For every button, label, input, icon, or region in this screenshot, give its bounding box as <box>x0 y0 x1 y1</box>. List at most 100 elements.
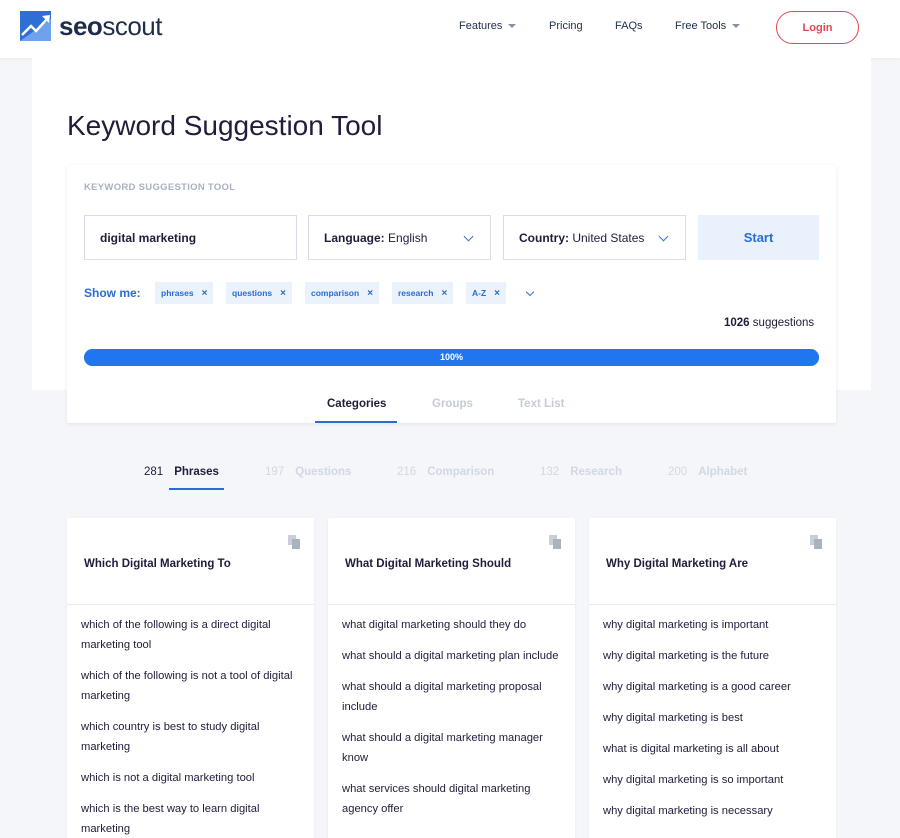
list-item[interactable]: which is the best way to learn digital m… <box>81 799 306 838</box>
category-count: 200 <box>668 466 688 478</box>
result-card: Why Digital Marketing Are why digital ma… <box>589 518 836 838</box>
nav-faqs[interactable]: FAQs <box>615 20 643 32</box>
category-name: Questions <box>295 466 352 478</box>
copy-icon[interactable] <box>288 535 300 549</box>
list-item[interactable]: which of the following is not a tool of … <box>81 666 306 706</box>
category-name: Comparison <box>427 466 495 478</box>
divider <box>589 604 836 605</box>
result-card-title: Which Digital Marketing To <box>84 558 231 570</box>
show-me-label: Show me: <box>84 286 141 300</box>
tab-text-list[interactable]: Text List <box>518 398 564 410</box>
start-button[interactable]: Start <box>698 215 819 260</box>
country-value: United States <box>572 230 645 245</box>
close-icon[interactable]: × <box>280 288 286 299</box>
divider <box>67 604 314 605</box>
list-item[interactable]: what should a digital marketing proposal… <box>342 677 567 717</box>
login-button[interactable]: Login <box>776 11 859 44</box>
list-item[interactable]: which country is best to study digital m… <box>81 717 306 757</box>
list-item[interactable]: why digital marketing is the future <box>603 646 828 666</box>
panel-label: KEYWORD SUGGESTION TOOL <box>84 182 236 193</box>
result-card: What Digital Marketing Should what digit… <box>328 518 575 838</box>
chevron-down-icon <box>463 231 474 242</box>
active-category-indicator <box>169 488 224 490</box>
keyword-input-value: digital marketing <box>100 230 197 245</box>
close-icon[interactable]: × <box>202 288 208 299</box>
chevron-down-icon <box>658 231 669 242</box>
country-label: Country: <box>519 230 569 245</box>
list-item[interactable]: why digital marketing is important <box>603 615 828 635</box>
chip-a-z[interactable]: A-Z × <box>466 282 507 304</box>
view-tabs: Categories Groups Text List <box>67 390 836 423</box>
category-name: Alphabet <box>698 466 748 478</box>
caret-down-icon <box>508 24 517 28</box>
language-value: English <box>388 230 428 245</box>
category-comparison[interactable]: 216 Comparison <box>397 466 494 478</box>
nav-features-label: Features <box>459 20 503 32</box>
logo-chart-icon <box>20 11 51 41</box>
suggestion-list: which of the following is a direct digit… <box>81 615 306 838</box>
list-item[interactable]: what should a digital marketing manager … <box>342 728 567 768</box>
list-item[interactable]: why digital marketing is a good career <box>603 677 828 697</box>
chip-comparison[interactable]: comparison × <box>305 282 380 304</box>
suggestion-list: why digital marketing is important why d… <box>603 615 828 832</box>
close-icon[interactable]: × <box>367 288 373 299</box>
list-item[interactable]: which is not a digital marketing tool <box>81 768 306 788</box>
tab-groups[interactable]: Groups <box>432 398 473 410</box>
copy-icon[interactable] <box>549 535 561 549</box>
active-tab-indicator <box>315 421 397 423</box>
list-item[interactable]: which of the following is a direct digit… <box>81 615 306 655</box>
list-item[interactable]: what services should digital marketing a… <box>342 779 567 819</box>
nav-pricing[interactable]: Pricing <box>549 20 583 32</box>
category-phrases[interactable]: 281 Phrases <box>144 466 219 478</box>
suggestion-count: 1026 suggestions <box>724 317 814 329</box>
suggestion-count-number: 1026 <box>724 317 750 329</box>
result-card-title: Why Digital Marketing Are <box>606 558 749 570</box>
language-label: Language: <box>324 230 385 245</box>
caret-down-icon <box>732 24 741 28</box>
category-name: Research <box>570 466 622 478</box>
list-item[interactable]: why digital marketing is necessary <box>603 801 828 821</box>
chip-label: comparison <box>311 288 360 298</box>
result-card: Which Digital Marketing To which of the … <box>67 518 314 838</box>
chip-label: A-Z <box>472 288 487 298</box>
list-item[interactable]: what should a digital marketing plan inc… <box>342 646 567 666</box>
seoscout-logo[interactable]: seoscout <box>20 11 162 41</box>
list-item[interactable]: why digital marketing is best <box>603 708 828 728</box>
nav-faqs-label: FAQs <box>615 20 643 32</box>
copy-icon[interactable] <box>810 535 822 549</box>
nav-features[interactable]: Features <box>459 20 517 32</box>
category-count: 197 <box>265 466 285 478</box>
tab-categories[interactable]: Categories <box>327 398 386 410</box>
country-select[interactable]: Country: United States <box>503 215 686 260</box>
category-alphabet[interactable]: 200 Alphabet <box>668 466 747 478</box>
chip-label: phrases <box>161 288 194 298</box>
list-item[interactable]: what is digital marketing is all about <box>603 739 828 759</box>
nav-pricing-label: Pricing <box>549 20 583 32</box>
result-card-title: What Digital Marketing Should <box>345 558 512 570</box>
chip-label: questions <box>232 288 273 298</box>
close-icon[interactable]: × <box>494 288 500 299</box>
divider <box>328 604 575 605</box>
chip-label: research <box>398 288 434 298</box>
close-icon[interactable]: × <box>441 288 447 299</box>
page-title: Keyword Suggestion Tool <box>67 110 383 141</box>
chip-phrases[interactable]: phrases × <box>155 282 214 304</box>
site-header: seoscout Features Pricing FAQs Free Tool… <box>0 0 900 58</box>
category-name: Phrases <box>174 466 219 478</box>
suggestion-list: what digital marketing should they do wh… <box>342 615 567 830</box>
category-count: 216 <box>397 466 417 478</box>
category-research[interactable]: 132 Research <box>540 466 622 478</box>
logo-text: seoscout <box>59 11 162 41</box>
keyword-input[interactable]: digital marketing <box>84 215 297 260</box>
category-count: 281 <box>144 466 164 478</box>
nav-free-tools[interactable]: Free Tools <box>675 20 741 32</box>
list-item[interactable]: what digital marketing should they do <box>342 615 567 635</box>
progress-bar: 100% <box>84 349 819 366</box>
progress-label: 100% <box>439 352 464 362</box>
nav-free-tools-label: Free Tools <box>675 20 727 32</box>
category-questions[interactable]: 197 Questions <box>265 466 351 478</box>
chip-research[interactable]: research × <box>392 282 454 304</box>
language-select[interactable]: Language: English <box>308 215 491 260</box>
list-item[interactable]: why digital marketing is so important <box>603 770 828 790</box>
chip-questions[interactable]: questions × <box>226 282 292 304</box>
